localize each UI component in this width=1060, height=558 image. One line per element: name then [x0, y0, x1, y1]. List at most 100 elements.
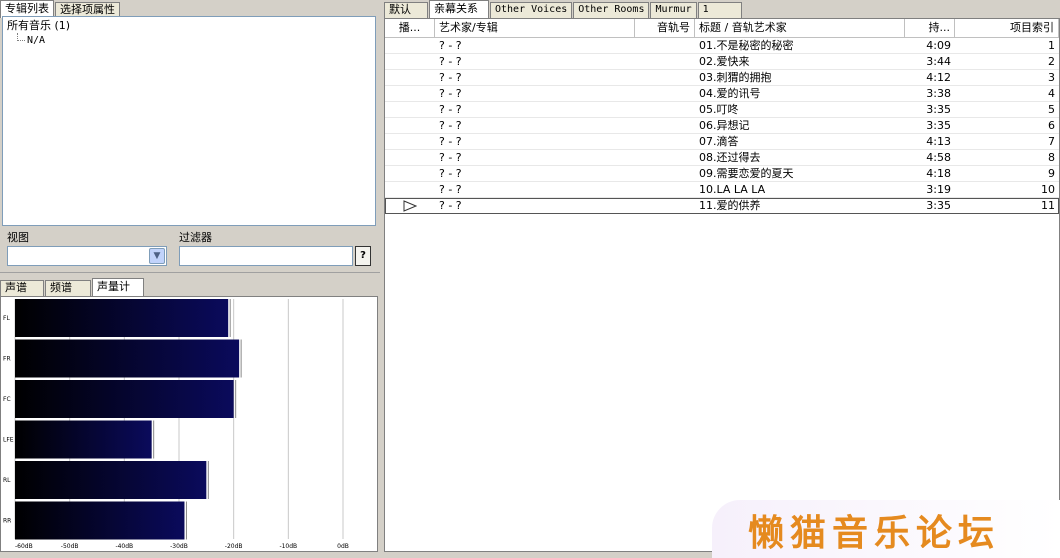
- cell-track-no: [635, 166, 695, 181]
- cell-index: 11: [1041, 199, 1055, 212]
- playlist-tabs: 默认 亲幕关系 Other Voices Other Rooms Murmur …: [384, 0, 743, 18]
- cell-track-no: [635, 134, 695, 149]
- cell-duration: 4:12: [926, 71, 951, 84]
- tab-playlist-2[interactable]: 亲幕关系: [429, 0, 489, 18]
- view-select[interactable]: ▼: [7, 246, 167, 266]
- tree-item-na[interactable]: N/A: [7, 33, 371, 47]
- playlist-rows: ? - ? 01.不是秘密的秘密 4:09 1? - ? 02.爱快来 3:44 2? - …: [385, 38, 1059, 214]
- col-header-track-no[interactable]: 音轨号: [635, 19, 695, 37]
- col-header-duration[interactable]: 持...: [905, 19, 955, 37]
- cell-title: 08.还过得去: [699, 151, 761, 164]
- cell-title: 04.爱的讯号: [699, 87, 761, 100]
- meter-bar-rl: [15, 461, 207, 499]
- table-row[interactable]: ? - ? 10.LA LA LA 3:19 10: [385, 182, 1059, 198]
- tree-item-label: N/A: [27, 35, 46, 46]
- vu-meter-chart: -60dB -50dB -40dB -30dB -20dB -10dB 0dB FL FR FC L…: [3, 299, 349, 550]
- cell-duration: 3:35: [926, 119, 951, 132]
- tab-other-voices[interactable]: Other Voices: [490, 2, 573, 18]
- cell-artist-album: ? - ?: [439, 55, 462, 68]
- tab-spectrum[interactable]: 频谱: [45, 280, 91, 296]
- cell-playing: [385, 182, 435, 197]
- table-row[interactable]: ? - ? 07.滴答 4:13 7: [385, 134, 1059, 150]
- album-tree[interactable]: 所有音乐 (1) N/A: [2, 16, 376, 226]
- cell-track-no: [635, 182, 695, 197]
- table-row[interactable]: ? - ? 09.需要恋爱的夏天 4:18 9: [385, 166, 1059, 182]
- cell-track-no: [635, 70, 695, 85]
- watermark-text: 懒猫音乐论坛: [748, 512, 1001, 554]
- cell-playing: [385, 102, 435, 117]
- cell-track-no: [635, 198, 695, 213]
- divider: [0, 272, 380, 273]
- table-row[interactable]: ? - ? 01.不是秘密的秘密 4:09 1: [385, 38, 1059, 54]
- cell-index: 7: [1048, 135, 1055, 148]
- meter-bar-fc: [15, 380, 234, 418]
- cell-index: 1: [1048, 39, 1055, 52]
- cell-index: 2: [1048, 55, 1055, 68]
- table-row[interactable]: ? - ? 04.爱的讯号 3:38 4: [385, 86, 1059, 102]
- tree-root-all-music[interactable]: 所有音乐 (1): [7, 19, 371, 33]
- cell-playing: [385, 86, 435, 101]
- cell-playing: [385, 166, 435, 181]
- cell-index: 8: [1048, 151, 1055, 164]
- tab-vu-meter[interactable]: 声量计: [92, 278, 144, 296]
- filter-label: 过滤器: [179, 231, 212, 244]
- cell-track-no: [635, 38, 695, 53]
- cell-duration: 4:18: [926, 167, 951, 180]
- axis-tick-label: -30dB: [170, 543, 188, 550]
- cell-playing: [385, 38, 435, 53]
- cell-playing: [385, 54, 435, 69]
- axis-tick-label: -10dB: [279, 543, 297, 550]
- filter-help-button[interactable]: ?: [355, 246, 371, 266]
- table-row[interactable]: ? - ? 08.还过得去 4:58 8: [385, 150, 1059, 166]
- cell-duration: 4:09: [926, 39, 951, 52]
- axis-tick-label: -60dB: [15, 543, 33, 550]
- cell-track-no: [635, 102, 695, 117]
- cell-playing: [385, 150, 435, 165]
- cell-duration: 3:35: [926, 103, 951, 116]
- meter-bar-fr: [15, 339, 240, 378]
- col-header-index[interactable]: 项目索引: [955, 19, 1059, 37]
- col-header-title[interactable]: 标题 / 音轨艺术家: [695, 19, 905, 37]
- left-panel: 专辑列表 选择项属性 所有音乐 (1) N/A 视图 过滤器 ▼ ? 声谱 频谱…: [0, 0, 380, 558]
- tab-default[interactable]: 默认: [384, 2, 428, 18]
- playlist-panel: 默认 亲幕关系 Other Voices Other Rooms Murmur …: [384, 0, 1060, 558]
- cell-artist-album: ? - ?: [439, 119, 462, 132]
- tab-other-rooms[interactable]: Other Rooms: [573, 2, 650, 18]
- cell-duration: 3:19: [926, 183, 951, 196]
- table-row[interactable]: ? - ? 03.刺猬的拥抱 4:12 3: [385, 70, 1059, 86]
- cell-title: 01.不是秘密的秘密: [699, 39, 794, 52]
- axis-tick-label: -20dB: [225, 543, 243, 550]
- cell-artist-album: ? - ?: [439, 39, 462, 52]
- table-row[interactable]: ? - ? 11.爱的供养 3:35 11: [385, 198, 1059, 214]
- cell-title: 11.爱的供养: [699, 199, 761, 212]
- view-label: 视图: [7, 231, 29, 244]
- playlist-grid[interactable]: 播... 艺术家/专辑 音轨号 标题 / 音轨艺术家 持... 项目索引 ? -…: [384, 18, 1060, 552]
- cell-artist-album: ? - ?: [439, 151, 462, 164]
- col-header-playing[interactable]: 播...: [385, 19, 435, 37]
- cell-duration: 3:35: [926, 199, 951, 212]
- cell-playing: [385, 198, 435, 213]
- cell-playing: [385, 134, 435, 149]
- tab-spectrogram[interactable]: 声谱: [0, 280, 44, 296]
- vis-tabs: 声谱 频谱 声量计: [0, 278, 145, 296]
- table-row[interactable]: ? - ? 02.爱快来 3:44 2: [385, 54, 1059, 70]
- cell-playing: [385, 118, 435, 133]
- table-row[interactable]: ? - ? 06.异想记 3:35 6: [385, 118, 1059, 134]
- channel-label: RR: [3, 518, 11, 525]
- axis-tick-label: -40dB: [115, 543, 133, 550]
- cell-duration: 4:13: [926, 135, 951, 148]
- filter-input[interactable]: [179, 246, 353, 266]
- chevron-down-icon[interactable]: ▼: [149, 248, 165, 264]
- tab-murmur[interactable]: Murmur: [650, 2, 697, 18]
- col-header-artist-album[interactable]: 艺术家/专辑: [435, 19, 635, 37]
- cell-artist-album: ? - ?: [439, 87, 462, 100]
- cell-title: 02.爱快来: [699, 55, 750, 68]
- tab-1[interactable]: 1: [697, 2, 742, 18]
- tree-connector: [17, 33, 25, 41]
- cell-index: 10: [1041, 183, 1055, 196]
- cell-index: 6: [1048, 119, 1055, 132]
- cell-artist-album: ? - ?: [439, 135, 462, 148]
- channel-label: RL: [3, 477, 11, 484]
- cell-artist-album: ? - ?: [439, 199, 462, 212]
- table-row[interactable]: ? - ? 05.叮咚 3:35 5: [385, 102, 1059, 118]
